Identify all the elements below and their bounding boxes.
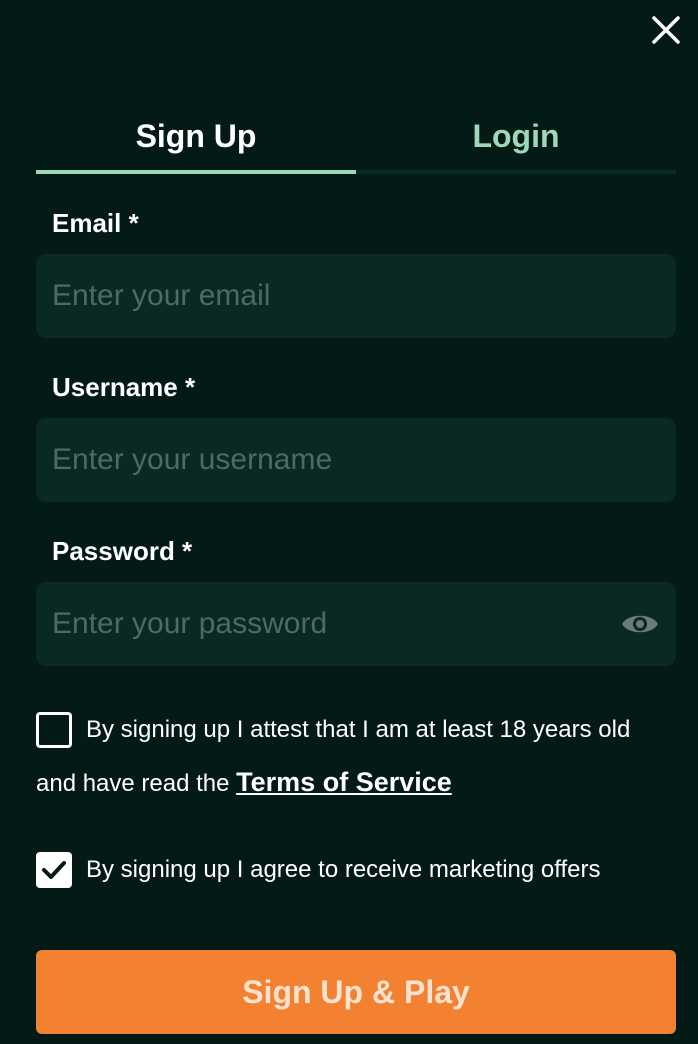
tab-sign-up[interactable]: Sign Up: [36, 110, 356, 174]
age-terms-checkbox[interactable]: [36, 712, 72, 748]
age-terms-text-line2: and have read the Terms of Service: [36, 766, 452, 800]
password-field-wrapper: [36, 582, 676, 666]
tab-login[interactable]: Login: [356, 110, 676, 170]
email-field-wrapper: [36, 254, 676, 338]
marketing-text: By signing up I agree to receive marketi…: [86, 856, 601, 883]
close-button[interactable]: [650, 14, 682, 46]
age-terms-prefix: and have read the: [36, 770, 230, 797]
sign-up-play-button[interactable]: Sign Up & Play: [36, 950, 676, 1034]
marketing-checkbox[interactable]: [36, 852, 72, 888]
show-password-button[interactable]: [620, 608, 660, 640]
password-label: Password *: [52, 536, 193, 566]
close-icon: [652, 16, 680, 44]
password-field[interactable]: [36, 582, 676, 666]
terms-of-service-link[interactable]: Terms of Service: [236, 767, 452, 797]
email-label: Email *: [52, 208, 139, 238]
eye-icon: [622, 615, 658, 633]
username-field[interactable]: [36, 418, 676, 502]
username-field-wrapper: [36, 418, 676, 502]
check-icon: [42, 861, 66, 879]
age-terms-text-line1: By signing up I attest that I am at leas…: [86, 716, 631, 743]
email-field[interactable]: [36, 254, 676, 338]
auth-tabs: Sign Up Login: [36, 110, 676, 174]
username-label: Username *: [52, 372, 196, 402]
